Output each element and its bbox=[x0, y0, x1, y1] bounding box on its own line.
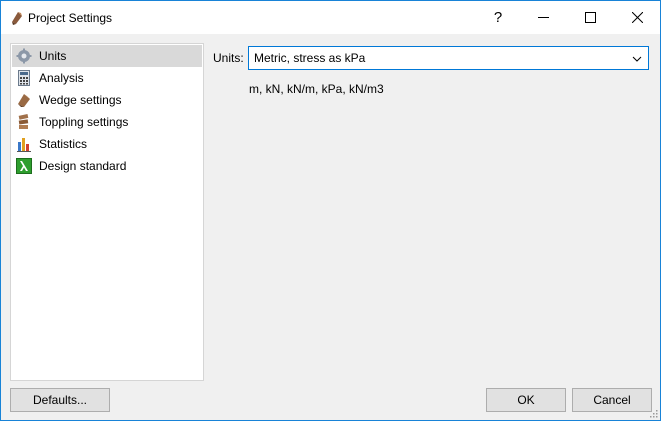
sidebar-item-label: Units bbox=[39, 49, 67, 63]
units-description: m, kN, kN/m, kPa, kN/m3 bbox=[249, 82, 384, 96]
title-bar: Project Settings ? bbox=[1, 1, 660, 34]
close-icon bbox=[631, 12, 643, 23]
ok-button[interactable]: OK bbox=[486, 388, 566, 412]
maximize-button[interactable] bbox=[567, 1, 613, 34]
sidebar-item-wedge-settings[interactable]: Wedge settings bbox=[12, 89, 202, 111]
sidebar-item-label: Statistics bbox=[39, 137, 88, 151]
sidebar-item-design-standard[interactable]: Design standard bbox=[12, 155, 202, 177]
defaults-button[interactable]: Defaults... bbox=[10, 388, 110, 412]
sidebar-item-analysis[interactable]: Analysis bbox=[12, 67, 202, 89]
sidebar-item-label: Analysis bbox=[39, 71, 84, 85]
bar-chart-icon bbox=[17, 138, 31, 152]
sidebar-item-toppling-settings[interactable]: Toppling settings bbox=[12, 111, 202, 133]
gear-icon bbox=[16, 48, 32, 64]
sidebar-item-units[interactable]: Units bbox=[12, 45, 202, 67]
window-title: Project Settings bbox=[28, 11, 113, 25]
resize-grip-icon[interactable] bbox=[648, 408, 658, 418]
units-label: Units: bbox=[213, 51, 244, 65]
lambda-icon bbox=[16, 158, 32, 174]
sidebar-item-statistics[interactable]: Statistics bbox=[12, 133, 202, 155]
help-button[interactable]: ? bbox=[475, 1, 521, 34]
wedge-icon bbox=[18, 94, 30, 107]
settings-category-list: Units Analysis Wedge settings Toppling s… bbox=[10, 43, 204, 381]
app-icon bbox=[12, 12, 22, 25]
calculator-icon bbox=[18, 70, 30, 86]
minimize-button[interactable] bbox=[520, 1, 566, 34]
cancel-button[interactable]: Cancel bbox=[572, 388, 652, 412]
units-selected-value: Metric, stress as kPa bbox=[254, 51, 366, 65]
toppling-icon bbox=[18, 114, 29, 129]
project-settings-dialog: Project Settings ? Units Analysis Wedge … bbox=[0, 0, 661, 421]
minimize-icon bbox=[537, 17, 549, 18]
chevron-down-icon bbox=[632, 56, 642, 62]
maximize-icon bbox=[584, 12, 596, 23]
sidebar-item-label: Toppling settings bbox=[39, 115, 129, 129]
units-dropdown[interactable]: Metric, stress as kPa bbox=[248, 46, 649, 70]
sidebar-item-label: Wedge settings bbox=[39, 93, 122, 107]
sidebar-item-label: Design standard bbox=[39, 159, 127, 173]
close-button[interactable] bbox=[614, 1, 660, 34]
